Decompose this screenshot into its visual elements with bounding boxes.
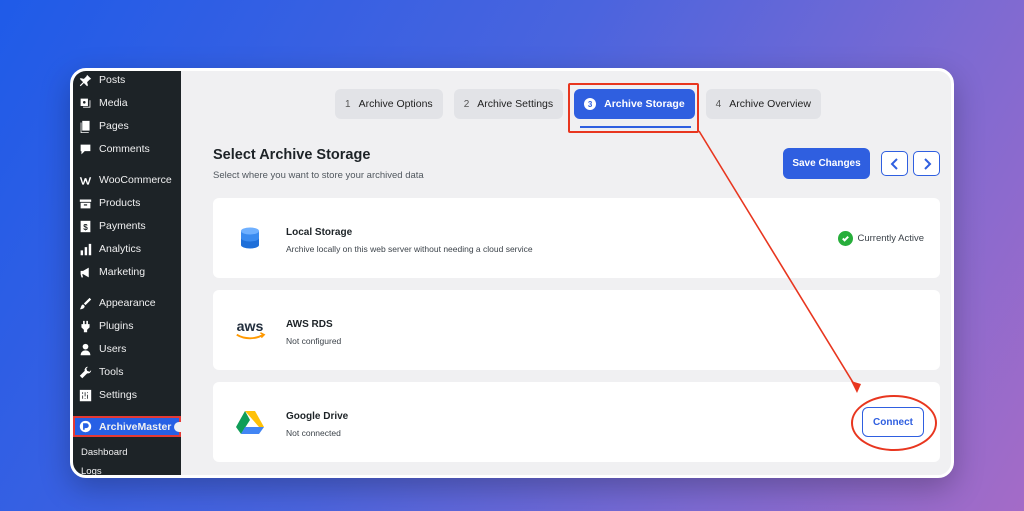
app-window: Posts Media Pages Comments WooCommerce P… — [70, 68, 954, 478]
tab-label: Archive Overview — [729, 98, 811, 110]
analytics-icon — [79, 243, 92, 256]
previous-button[interactable] — [881, 151, 908, 176]
google-drive-icon — [233, 406, 267, 438]
sidebar-item-analytics[interactable]: Analytics — [73, 238, 181, 260]
sidebar-item-products[interactable]: Products — [73, 192, 181, 214]
sidebar-item-label: Tools — [99, 366, 124, 378]
storage-title: AWS RDS — [286, 319, 333, 330]
tab-archive-options[interactable]: 1 Archive Options — [335, 89, 443, 119]
products-icon — [79, 197, 92, 210]
sidebar-item-archivemaster[interactable]: ArchiveMaster — [73, 416, 181, 437]
plugins-icon — [79, 320, 92, 333]
sidebar-item-payments[interactable]: $ Payments — [73, 215, 181, 237]
pages-icon — [79, 120, 92, 133]
sidebar-item-posts[interactable]: Posts — [73, 71, 181, 91]
storage-card-aws[interactable]: aws AWS RDS Not configured — [213, 290, 940, 370]
submenu-item-dashboard[interactable]: Dashboard — [81, 447, 127, 458]
sidebar-item-label: ArchiveMaster — [99, 420, 172, 433]
save-changes-button[interactable]: Save Changes — [783, 148, 870, 179]
tab-number: 1 — [345, 98, 351, 110]
storage-description: Not connected — [286, 428, 341, 438]
sidebar-item-woocommerce[interactable]: WooCommerce — [73, 169, 181, 191]
check-circle-icon — [838, 231, 854, 246]
sidebar-item-tools[interactable]: Tools — [73, 361, 181, 383]
sidebar-item-label: Media — [99, 97, 128, 109]
sidebar-item-settings[interactable]: Settings — [73, 384, 181, 406]
svg-text:aws: aws — [237, 319, 264, 335]
settings-icon — [79, 389, 92, 402]
tab-archive-overview[interactable]: 4 Archive Overview — [705, 89, 821, 119]
sidebar-item-label: WooCommerce — [99, 174, 172, 186]
page-title: Select Archive Storage — [213, 147, 371, 163]
sidebar-item-label: Appearance — [99, 297, 156, 309]
svg-text:$: $ — [83, 222, 88, 231]
users-icon — [79, 343, 92, 356]
next-button[interactable] — [913, 151, 940, 176]
storage-card-local[interactable]: Local Storage Archive locally on this we… — [213, 198, 940, 278]
sidebar-item-label: Analytics — [99, 243, 142, 255]
connect-button[interactable]: Connect — [862, 407, 924, 437]
tab-label: Archive Settings — [477, 98, 554, 110]
sidebar-item-label: Products — [99, 197, 141, 209]
woocommerce-icon — [79, 174, 92, 187]
archivemaster-icon — [79, 420, 92, 433]
status-text: Currently Active — [857, 233, 924, 244]
payments-icon: $ — [79, 220, 92, 233]
chevron-right-icon — [923, 157, 931, 170]
tab-number: 2 — [463, 98, 470, 110]
sidebar-item-label: Pages — [99, 120, 129, 132]
tab-label: Archive Options — [358, 98, 433, 110]
marketing-icon — [79, 266, 92, 279]
tab-number: 4 — [715, 98, 722, 110]
tools-icon — [79, 366, 92, 379]
storage-card-google-drive[interactable]: Google Drive Not connected Connect — [213, 382, 940, 462]
pin-icon — [79, 74, 92, 87]
sidebar-item-label: Marketing — [99, 266, 146, 278]
sidebar-item-marketing[interactable]: Marketing — [73, 261, 181, 283]
sidebar-item-appearance[interactable]: Appearance — [73, 292, 181, 314]
sidebar-item-users[interactable]: Users — [73, 338, 181, 360]
database-icon — [233, 222, 267, 254]
chevron-left-icon — [890, 157, 898, 170]
sidebar-item-label: Comments — [99, 143, 150, 155]
aws-logo: aws — [233, 314, 267, 346]
sidebar-item-plugins[interactable]: Plugins — [73, 315, 181, 337]
admin-sidebar: Posts Media Pages Comments WooCommerce P… — [73, 71, 181, 475]
sidebar-item-label: Posts — [99, 74, 126, 86]
sidebar-item-media[interactable]: Media — [73, 92, 181, 114]
media-icon — [79, 97, 92, 110]
comments-icon — [79, 143, 92, 156]
submenu-item-logs[interactable]: Logs — [81, 466, 102, 475]
status-badge: Currently Active — [838, 231, 924, 246]
storage-description: Not configured — [286, 336, 342, 346]
sidebar-item-label: Users — [99, 343, 127, 355]
sidebar-item-label: Payments — [99, 220, 146, 232]
storage-title: Google Drive — [286, 411, 349, 422]
storage-title: Local Storage — [286, 227, 353, 238]
sidebar-item-pages[interactable]: Pages — [73, 115, 181, 137]
sidebar-item-label: Plugins — [99, 320, 134, 332]
sidebar-item-comments[interactable]: Comments — [73, 138, 181, 160]
sidebar-item-label: Settings — [99, 389, 137, 401]
storage-description: Archive locally on this web server witho… — [286, 244, 533, 254]
appearance-icon — [79, 297, 92, 310]
highlight-box — [568, 83, 699, 133]
page-subtitle: Select where you want to store your arch… — [213, 170, 424, 181]
tab-archive-settings[interactable]: 2 Archive Settings — [453, 89, 564, 119]
